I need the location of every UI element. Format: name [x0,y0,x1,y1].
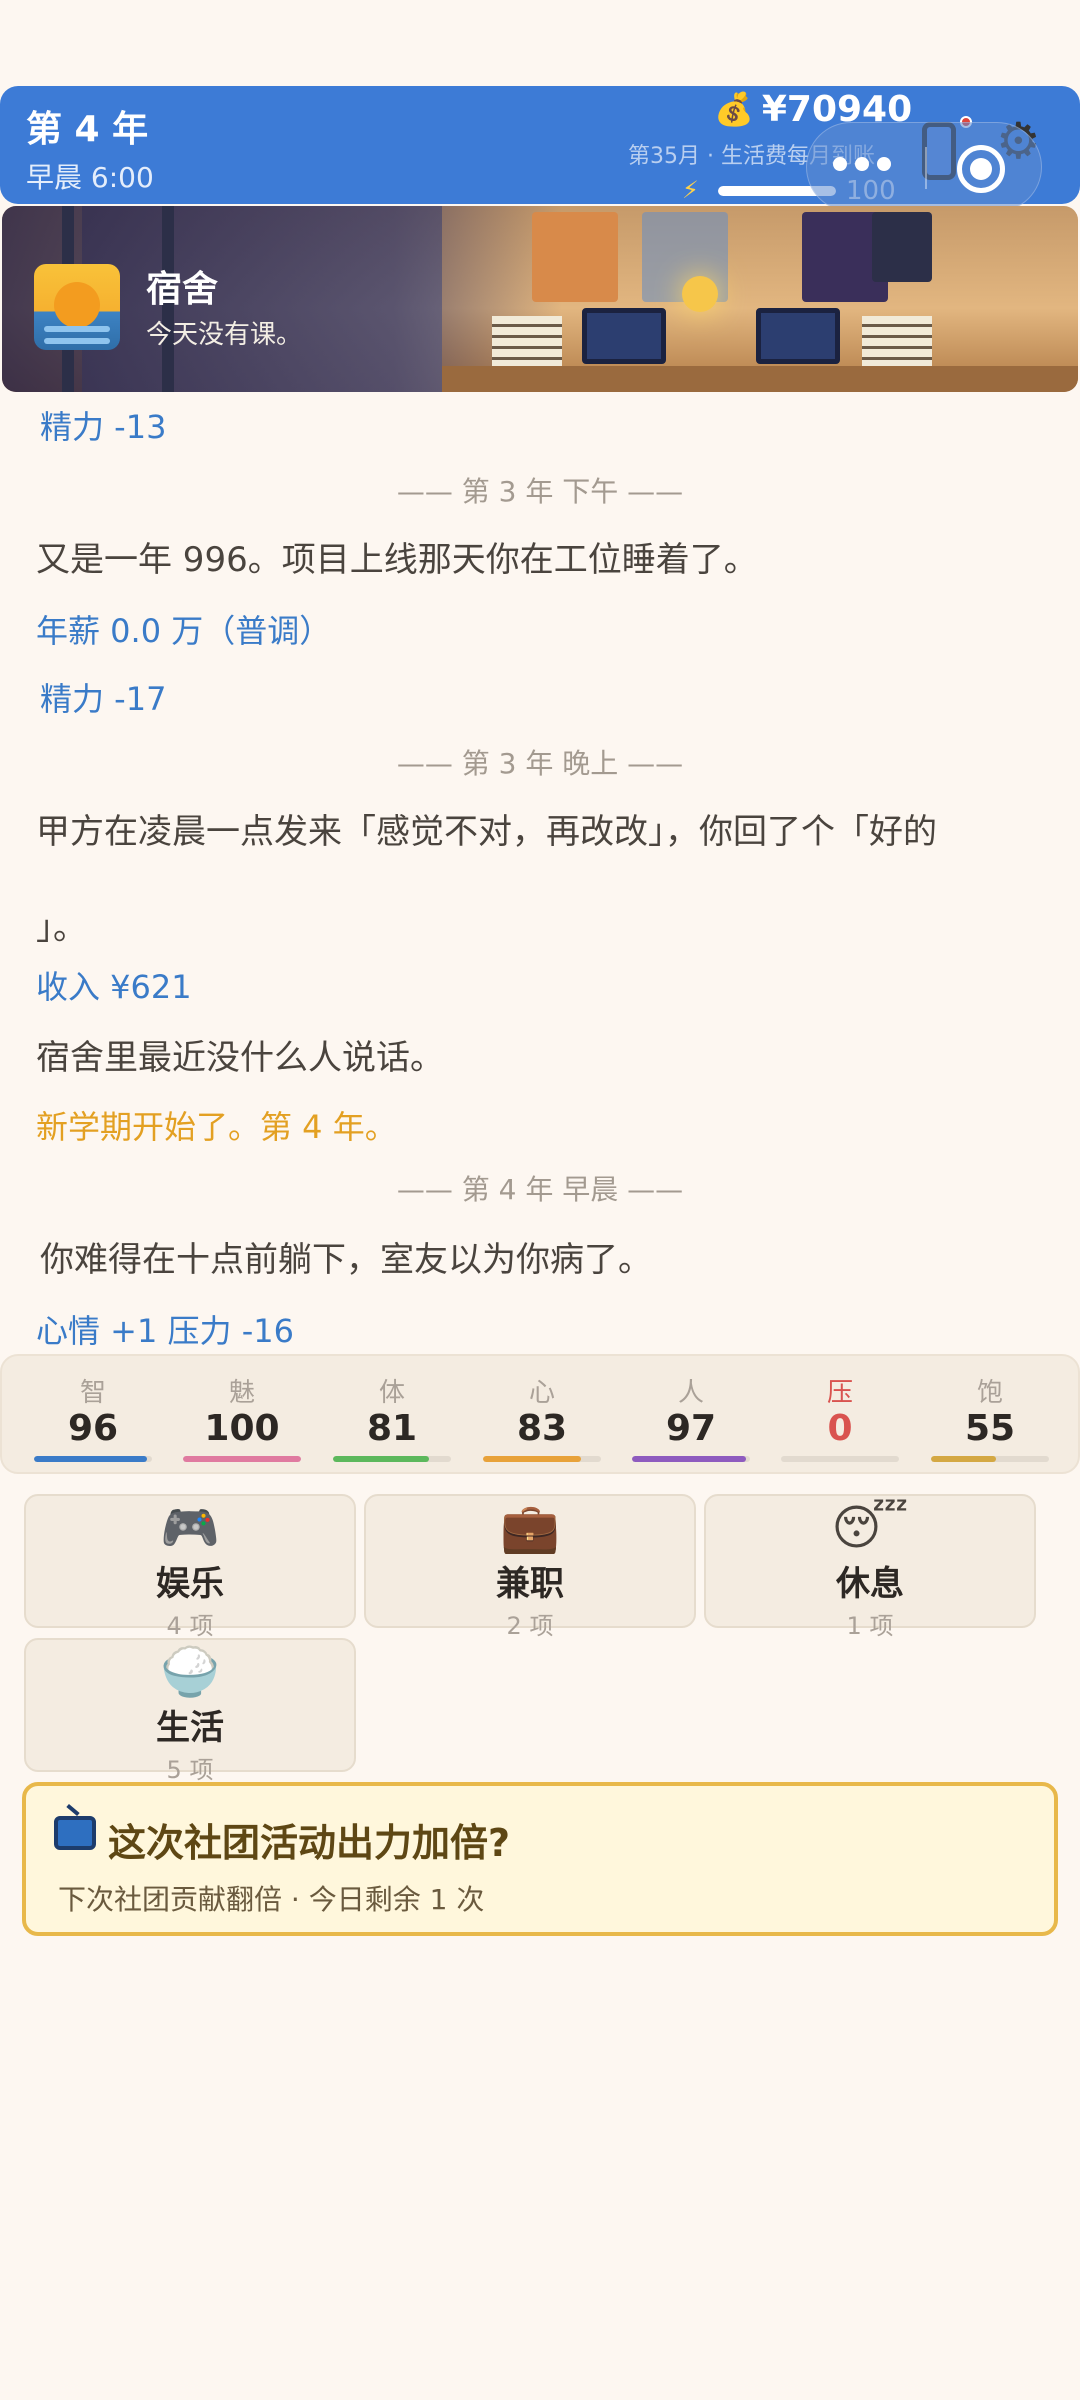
stat-value: 0 [827,1408,853,1449]
action-name: 兼职 [496,1564,564,1604]
time-label: 早晨 6:00 [26,161,154,194]
stat-bar-fill [632,1456,747,1462]
year-label: 第 4 年 [26,109,149,150]
stat-value: 97 [665,1408,717,1449]
log-entry: 收入 ¥621 [36,968,192,1006]
stats-panel: 智 96 魅 100 体 81 心 83 人 97 压 0 饱 55 [0,1354,1080,1474]
log-entry: 新学期开始了。第 4 年。 [36,1108,397,1146]
more-menu-icon[interactable] [833,157,891,171]
money-bag-icon: 💰 [714,90,754,128]
stat-bar-fill [931,1456,996,1462]
stat-label: 心 [528,1378,555,1408]
stat-stress: 压 0 [765,1356,915,1476]
stat-label: 魅 [228,1378,255,1408]
log-entry: 年薪 0.0 万（普调） [36,612,332,650]
stat-bar-fill [183,1456,301,1462]
log-divider: —— 第 3 年 下午 —— [396,475,684,508]
tv-icon [54,1816,96,1850]
stat-label: 智 [79,1378,106,1408]
stat-value: 83 [516,1408,568,1449]
stat-value: 100 [204,1408,280,1449]
stat-label: 饱 [976,1378,1003,1408]
rice-bowl-icon: 🍚 [160,1644,220,1700]
log-entry: 你难得在十点前躺下，室友以为你病了。 [40,1240,652,1280]
double-reward-ad-card[interactable]: 这次社团活动出力加倍? 下次社团贡献翻倍 · 今日剩余 1 次 [22,1782,1058,1936]
sunrise-icon [34,264,120,350]
log-entry: 甲方在凌晨一点发来「感觉不对，再改改」，你回了个「好的 [36,812,937,852]
action-life-button[interactable]: 🍚 生活 5 项 [24,1638,356,1784]
stat-value: 81 [366,1408,418,1449]
stat-bar-fill [34,1456,148,1462]
stat-bar-fill [333,1456,429,1462]
log-entry: 宿舍里最近没什么人说话。 [36,1038,444,1078]
stat-value: 96 [67,1408,119,1449]
stat-physique: 体 81 [317,1356,467,1476]
stat-label: 压 [826,1378,853,1408]
action-entertainment-button[interactable]: 🎮 娱乐 4 项 [24,1494,356,1640]
stat-bar-fill [483,1456,581,1462]
location-name: 宿舍 [146,269,219,310]
close-target-icon[interactable] [957,145,1005,193]
stat-fullness: 饱 55 [915,1356,1065,1476]
stat-label: 体 [378,1378,405,1408]
stat-charm: 魅 100 [167,1356,317,1476]
stat-mood: 心 83 [467,1356,617,1476]
sleeping-face-icon: 😴 [831,1500,909,1556]
stat-value: 55 [964,1408,1016,1449]
action-name: 生活 [156,1708,224,1748]
action-parttime-button[interactable]: 💼 兼职 2 项 [364,1494,696,1640]
game-controller-icon: 🎮 [160,1500,220,1556]
briefcase-icon: 💼 [500,1500,560,1556]
action-rest-button[interactable]: 😴 休息 1 项 [704,1494,1036,1640]
action-count: 5 项 [166,1756,214,1784]
location-banner: 宿舍 今天没有课。 [2,206,1078,392]
mini-program-capsule[interactable] [806,122,1042,212]
action-count: 4 项 [166,1612,214,1640]
log-entry: 心情 +1 压力 -16 [36,1312,294,1350]
log-divider: —— 第 3 年 晚上 —— [396,747,684,780]
stat-label: 人 [677,1378,704,1408]
ad-subtitle: 下次社团贡献翻倍 · 今日剩余 1 次 [58,1883,485,1916]
lightning-icon: ⚡ [682,176,699,204]
action-count: 2 项 [506,1612,554,1640]
action-count: 1 项 [846,1612,894,1640]
log-entry: 又是一年 996。项目上线那天你在工位睡着了。 [36,540,758,580]
ad-title: 这次社团活动出力加倍? [108,1821,511,1865]
stat-intelligence: 智 96 [18,1356,168,1476]
log-entry: 精力 -13 [40,408,167,446]
log-entry: 精力 -17 [40,680,167,718]
action-name: 娱乐 [156,1564,224,1604]
action-name: 休息 [836,1564,904,1604]
log-divider: —— 第 4 年 早晨 —— [396,1173,684,1206]
location-subtitle: 今天没有课。 [146,320,303,350]
stat-social: 人 97 [616,1356,766,1476]
log-entry: 」。 [36,908,87,948]
